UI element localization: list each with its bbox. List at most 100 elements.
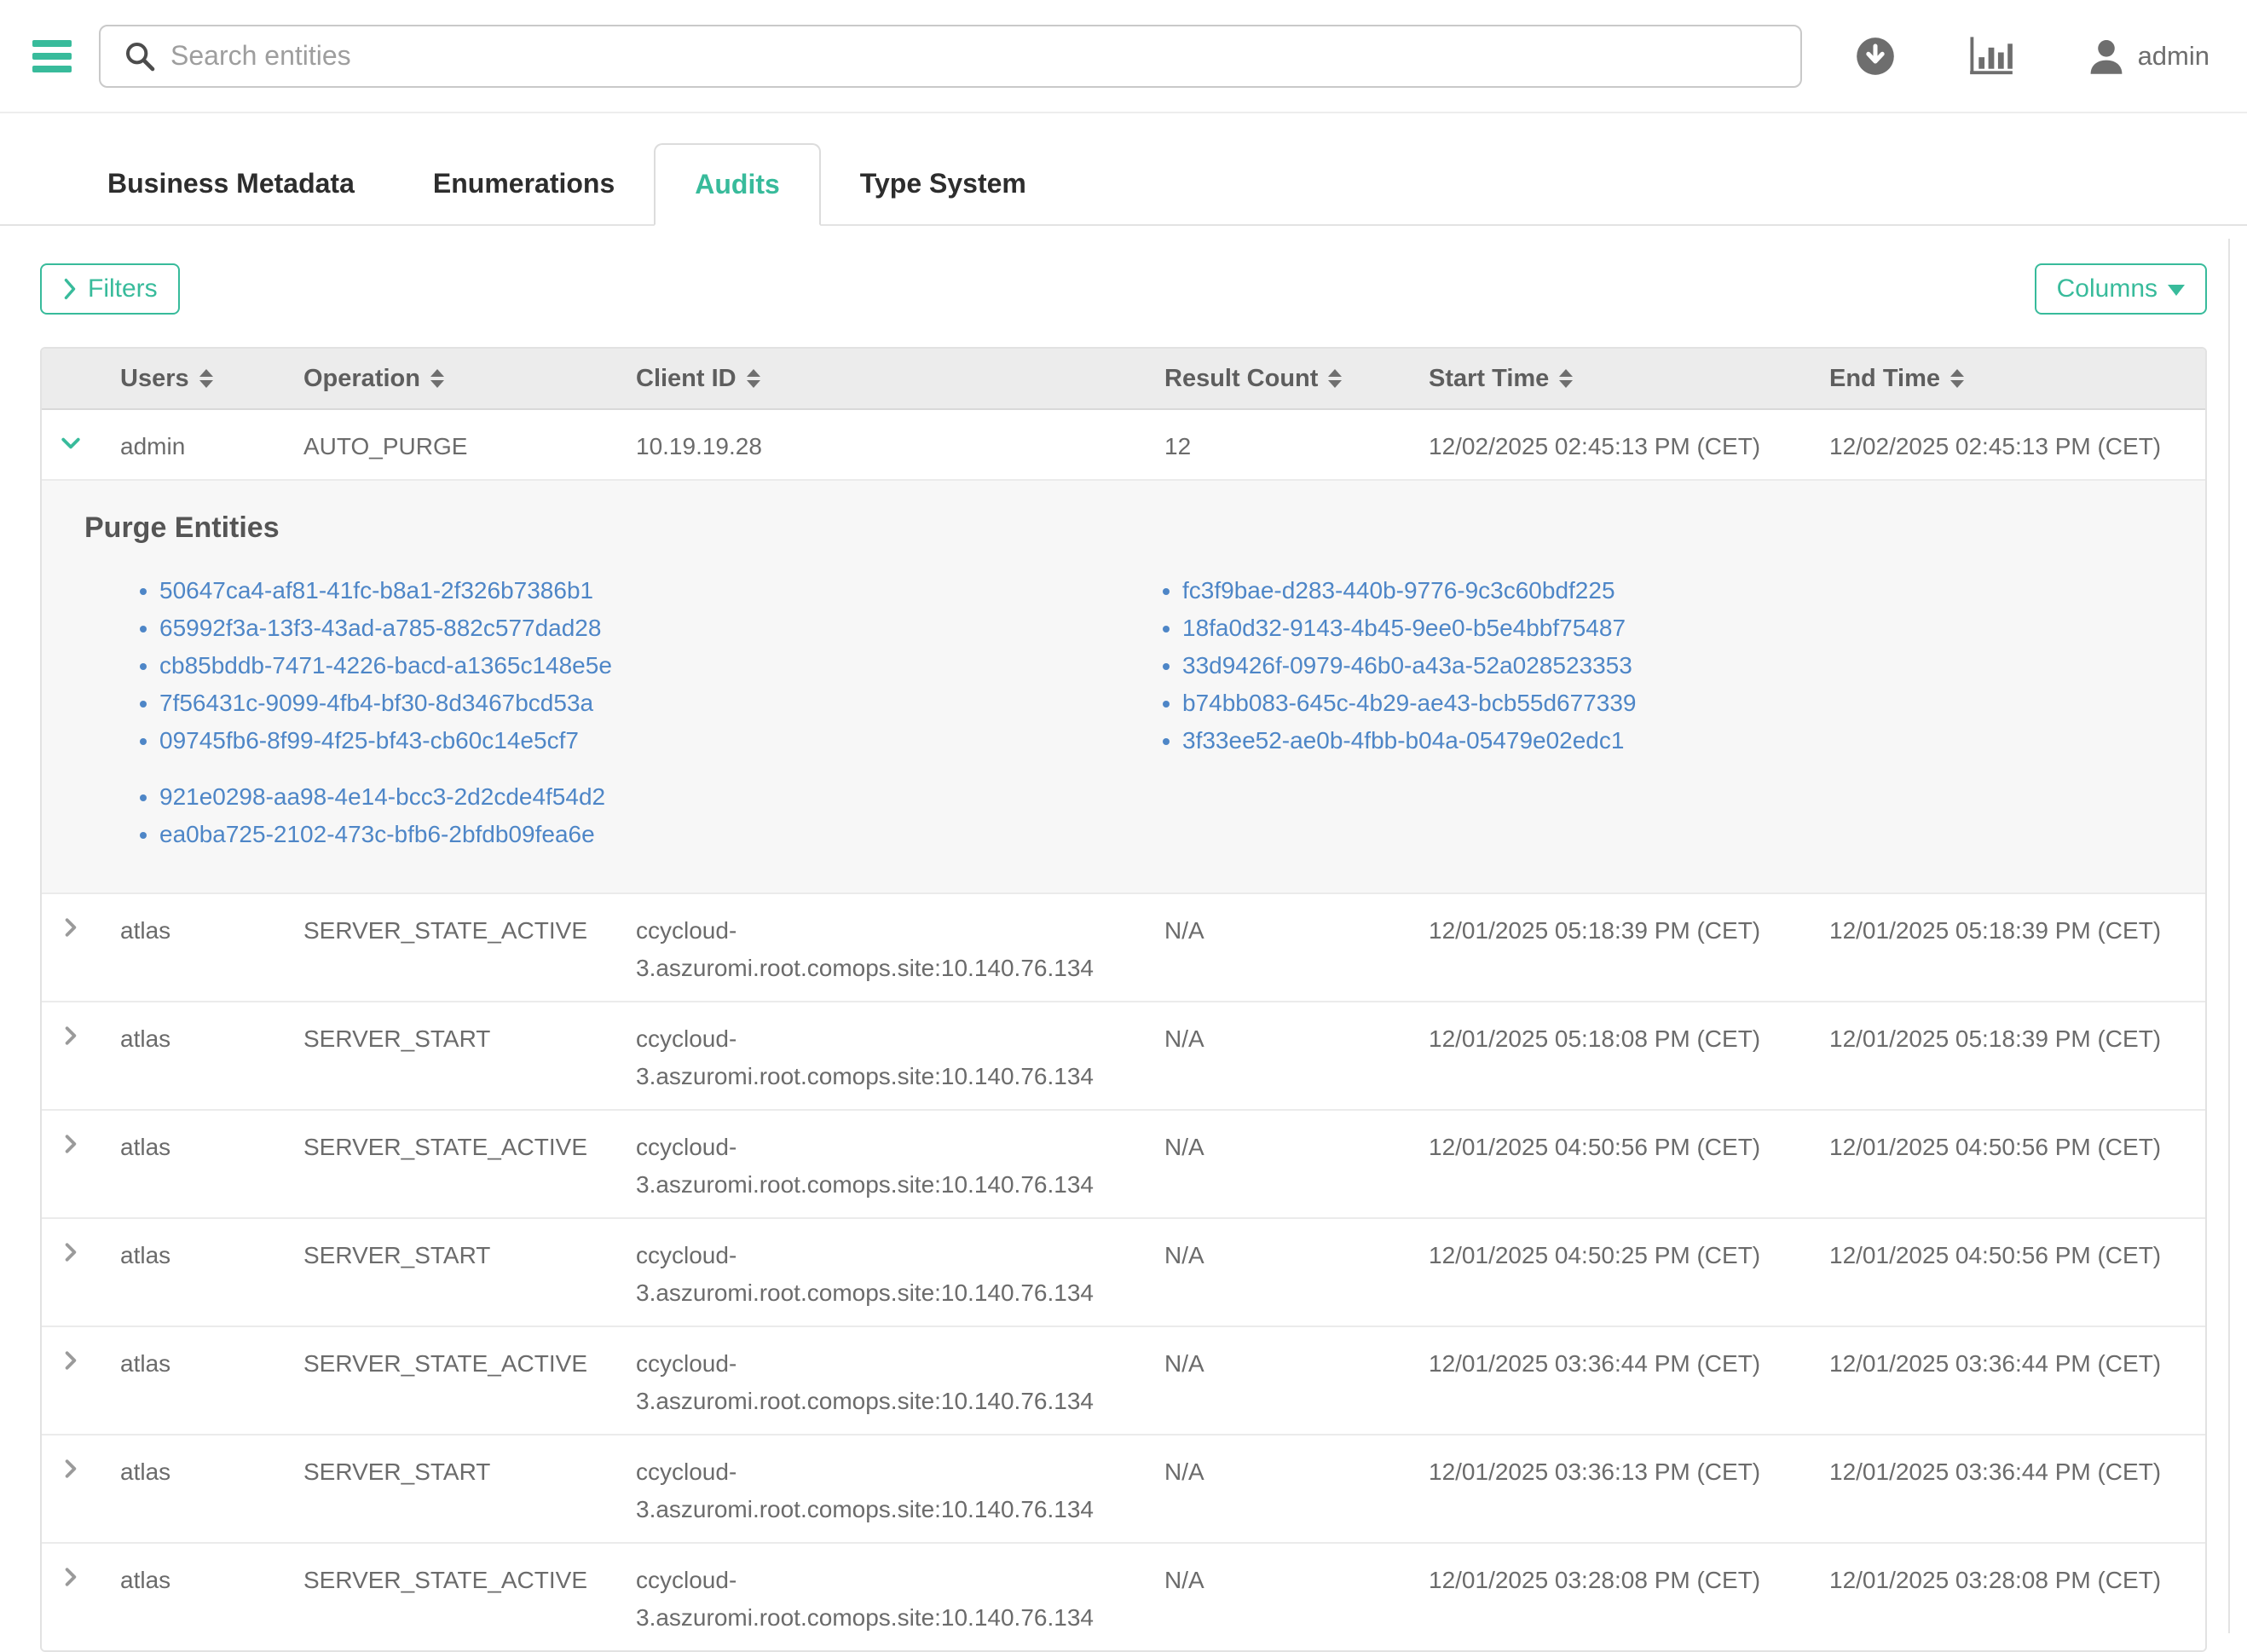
- sort-icon: [430, 369, 444, 388]
- user-cell: atlas: [100, 894, 283, 1001]
- end-time-cell: 12/01/2025 04:50:56 PM (CET): [1809, 1219, 2205, 1326]
- search-box: [99, 25, 1802, 88]
- operation-cell: SERVER_STATE_ACTIVE: [283, 1544, 615, 1650]
- operation-cell: SERVER_STATE_ACTIVE: [283, 1111, 615, 1217]
- column-header-start-time[interactable]: Start Time: [1408, 365, 1809, 393]
- operation-cell: AUTO_PURGE: [283, 410, 615, 479]
- column-header-result-count[interactable]: Result Count: [1144, 365, 1408, 393]
- client-id-cell: ccycloud-3.aszuromi.root.comops.site:10.…: [615, 1544, 1144, 1650]
- sort-icon: [1559, 369, 1573, 388]
- result-count-cell: N/A: [1144, 1002, 1408, 1109]
- chevron-right-icon: [58, 1564, 84, 1590]
- tab-type-system[interactable]: Type System: [821, 142, 1066, 224]
- purge-entity-guid-link[interactable]: 50647ca4-af81-41fc-b8a1-2f326b7386b1: [159, 572, 1104, 609]
- start-time-cell: 12/01/2025 05:18:39 PM (CET): [1408, 894, 1809, 1001]
- operation-cell: SERVER_START: [283, 1002, 615, 1109]
- column-header-client-id[interactable]: Client ID: [615, 365, 1144, 393]
- expand-row-button[interactable]: [42, 1327, 100, 1434]
- client-id-cell: 10.19.19.28: [615, 410, 1144, 479]
- expand-row-button[interactable]: [42, 1435, 100, 1542]
- chevron-right-icon: [58, 1239, 84, 1265]
- audits-toolbar: Filters Columns: [40, 263, 2207, 315]
- column-header-operation[interactable]: Operation: [283, 365, 615, 393]
- user-cell: atlas: [100, 1544, 283, 1650]
- client-id-cell: ccycloud-3.aszuromi.root.comops.site:10.…: [615, 894, 1144, 1001]
- chevron-right-icon: [58, 915, 84, 940]
- start-time-cell: 12/01/2025 03:28:08 PM (CET): [1408, 1544, 1809, 1650]
- start-time-cell: 12/02/2025 02:45:13 PM (CET): [1408, 410, 1809, 479]
- tab-audits[interactable]: Audits: [654, 143, 821, 226]
- chevron-right-icon: [62, 278, 78, 300]
- chevron-down-icon: [58, 430, 84, 456]
- column-header-end-time[interactable]: End Time: [1809, 365, 2205, 393]
- purge-entity-guid-link[interactable]: 09745fb6-8f99-4f25-bf43-cb60c14e5cf7: [159, 722, 1104, 760]
- user-cell: atlas: [100, 1111, 283, 1217]
- purge-entities-right-column: fc3f9bae-d283-440b-9776-9c3c60bdf22518fa…: [1104, 572, 1636, 853]
- purge-entity-guid-link[interactable]: 65992f3a-13f3-43ad-a785-882c577dad28: [159, 609, 1104, 647]
- scrollbar-track[interactable]: [2228, 239, 2230, 1633]
- audit-row: atlasSERVER_STARTccycloud-3.aszuromi.roo…: [42, 1434, 2205, 1542]
- user-cell: atlas: [100, 1435, 283, 1542]
- purge-entity-guid-link[interactable]: 7f56431c-9099-4fb4-bf30-8d3467bcd53a: [159, 684, 1104, 722]
- column-header-users[interactable]: Users: [100, 365, 283, 393]
- result-count-cell: N/A: [1144, 894, 1408, 1001]
- operation-cell: SERVER_STATE_ACTIVE: [283, 894, 615, 1001]
- chevron-right-icon: [58, 1456, 84, 1482]
- user-cell: admin: [100, 410, 283, 479]
- end-time-cell: 12/02/2025 02:45:13 PM (CET): [1809, 410, 2205, 479]
- filters-button[interactable]: Filters: [40, 263, 180, 315]
- chevron-right-icon: [58, 1131, 84, 1157]
- caret-down-icon: [2168, 285, 2185, 296]
- purge-entity-guid-link[interactable]: 921e0298-aa98-4e14-bcc3-2d2cde4f54d2: [159, 778, 1104, 816]
- start-time-cell: 12/01/2025 03:36:13 PM (CET): [1408, 1435, 1809, 1542]
- expand-row-button[interactable]: [42, 1544, 100, 1650]
- end-time-cell: 12/01/2025 03:36:44 PM (CET): [1809, 1327, 2205, 1434]
- chevron-right-icon: [58, 1023, 84, 1048]
- client-id-cell: ccycloud-3.aszuromi.root.comops.site:10.…: [615, 1327, 1144, 1434]
- user-icon: [2087, 37, 2126, 76]
- top-actions: admin: [1855, 36, 2209, 77]
- purge-entities-left-column: 50647ca4-af81-41fc-b8a1-2f326b7386b16599…: [81, 572, 1104, 853]
- operation-cell: SERVER_START: [283, 1219, 615, 1326]
- columns-button[interactable]: Columns: [2035, 263, 2207, 315]
- tab-enumerations[interactable]: Enumerations: [394, 142, 654, 224]
- search-input[interactable]: [99, 25, 1802, 88]
- end-time-cell: 12/01/2025 05:18:39 PM (CET): [1809, 894, 2205, 1001]
- chevron-right-icon: [58, 1348, 84, 1373]
- username-label: admin: [2138, 41, 2209, 72]
- end-time-cell: 12/01/2025 03:28:08 PM (CET): [1809, 1544, 2205, 1650]
- user-cell: atlas: [100, 1327, 283, 1434]
- search-icon: [123, 39, 157, 73]
- tab-business-metadata[interactable]: Business Metadata: [68, 142, 394, 224]
- purge-entity-guid-link[interactable]: ea0ba725-2102-473c-bfb6-2bfdb09fea6e: [159, 816, 1104, 853]
- client-id-cell: ccycloud-3.aszuromi.root.comops.site:10.…: [615, 1435, 1144, 1542]
- audit-row: atlasSERVER_STARTccycloud-3.aszuromi.roo…: [42, 1001, 2205, 1109]
- menu-icon[interactable]: [32, 40, 72, 72]
- start-time-cell: 12/01/2025 04:50:25 PM (CET): [1408, 1219, 1809, 1326]
- purge-entity-guid-link[interactable]: fc3f9bae-d283-440b-9776-9c3c60bdf225: [1182, 572, 1636, 609]
- audit-row: adminAUTO_PURGE10.19.19.281212/02/2025 0…: [42, 410, 2205, 479]
- expand-row-button[interactable]: [42, 894, 100, 1001]
- purge-entity-guid-link[interactable]: cb85bddb-7471-4226-bacd-a1365c148e5e: [159, 647, 1104, 684]
- purge-entities-list: 50647ca4-af81-41fc-b8a1-2f326b7386b16599…: [129, 572, 1104, 760]
- statistics-icon[interactable]: [1969, 36, 2013, 77]
- result-count-cell: N/A: [1144, 1219, 1408, 1326]
- result-count-cell: 12: [1144, 410, 1408, 479]
- purge-entity-guid-link[interactable]: 18fa0d32-9143-4b45-9ee0-b5e4bbf75487: [1182, 609, 1636, 647]
- download-icon[interactable]: [1855, 36, 1896, 77]
- audit-row: atlasSERVER_STATE_ACTIVEccycloud-3.aszur…: [42, 1542, 2205, 1650]
- expand-row-button[interactable]: [42, 1219, 100, 1326]
- purge-entity-guid-link[interactable]: 33d9426f-0979-46b0-a43a-52a028523353: [1182, 647, 1636, 684]
- tab-bar: Business Metadata Enumerations Audits Ty…: [0, 113, 2247, 226]
- purge-entity-guid-link[interactable]: 3f33ee52-ae0b-4fbb-b04a-05479e02edc1: [1182, 722, 1636, 760]
- user-menu[interactable]: admin: [2087, 37, 2209, 76]
- result-count-cell: N/A: [1144, 1327, 1408, 1434]
- expand-row-button[interactable]: [42, 1111, 100, 1217]
- start-time-cell: 12/01/2025 05:18:08 PM (CET): [1408, 1002, 1809, 1109]
- purge-entities-title: Purge Entities: [84, 511, 2166, 545]
- purge-entity-guid-link[interactable]: b74bb083-645c-4b29-ae43-bcb55d677339: [1182, 684, 1636, 722]
- expand-row-button[interactable]: [42, 1002, 100, 1109]
- collapse-row-button[interactable]: [42, 410, 100, 479]
- audit-table-body: adminAUTO_PURGE10.19.19.281212/02/2025 0…: [42, 410, 2205, 1650]
- purge-entities-panel: Purge Entities 50647ca4-af81-41fc-b8a1-2…: [42, 479, 2205, 892]
